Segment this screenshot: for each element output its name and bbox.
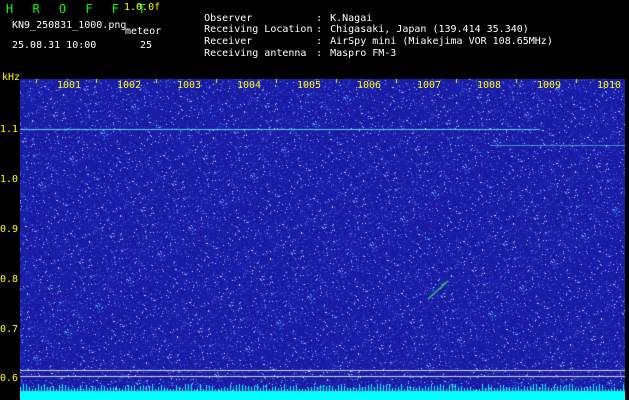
hrofft-window: H R O F F T 1.0.0f KN9_250831_1000.png m… xyxy=(0,0,629,400)
meteor-count-value: 25 xyxy=(140,40,153,51)
spectrogram xyxy=(20,79,625,400)
y-tick-label: 0.7 xyxy=(0,324,19,335)
x-tick-label: 1002 xyxy=(117,80,142,91)
timestamp: 25.08.31 10:00 xyxy=(12,40,97,51)
y-tick-label: 0.6 xyxy=(0,373,19,384)
x-tick-label: 1006 xyxy=(357,80,382,91)
y-tick-label: 1.1 xyxy=(0,124,19,135)
x-tick-label: 1001 xyxy=(57,80,82,91)
x-tick-label: 1004 xyxy=(237,80,262,91)
meta-key: Receiving antenna xyxy=(204,48,307,59)
x-tick-label: 1010 xyxy=(597,80,622,91)
y-axis-unit: kHz xyxy=(2,72,21,83)
y-tick-label: 0.8 xyxy=(0,274,19,285)
y-tick-label: 1.0 xyxy=(0,174,19,185)
x-tick-label: 1003 xyxy=(177,80,202,91)
meteor-count-label: meteor xyxy=(125,26,162,37)
spectrogram-canvas xyxy=(20,79,625,400)
meta-value: Maspro FM-3 xyxy=(330,48,397,59)
x-tick-label: 1008 xyxy=(477,80,502,91)
meta-separator: : xyxy=(316,48,323,59)
y-tick-label: 0.9 xyxy=(0,224,19,235)
x-tick-label: 1007 xyxy=(417,80,442,91)
app-version: 1.0.0f xyxy=(124,2,161,13)
file-name: KN9_250831_1000.png xyxy=(12,20,127,31)
meta-antenna: Receiving antenna: Maspro FM-3 xyxy=(180,39,396,69)
x-tick-label: 1005 xyxy=(297,80,322,91)
x-tick-label: 1009 xyxy=(537,80,562,91)
